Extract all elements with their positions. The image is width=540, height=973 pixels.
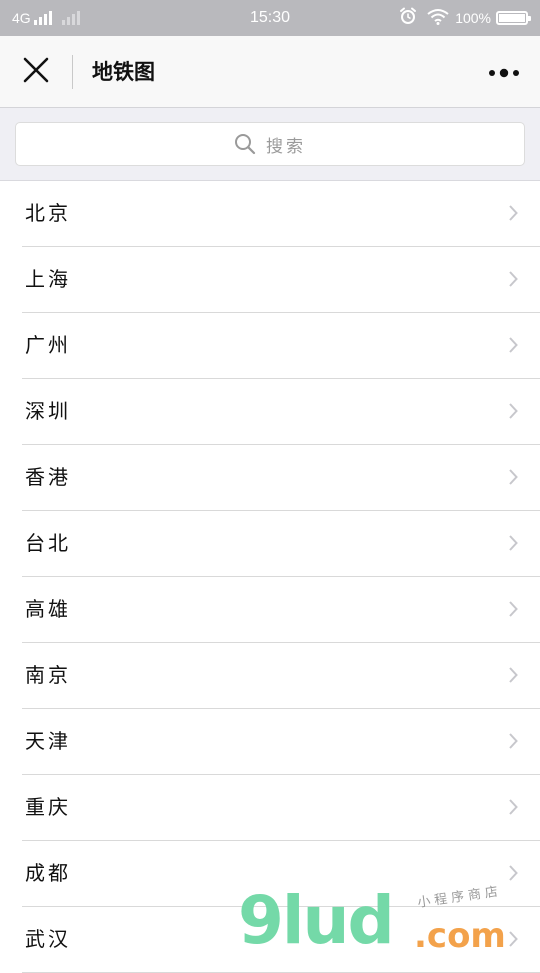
chevron-right-icon	[508, 601, 518, 617]
close-icon	[23, 57, 49, 87]
list-item-shenzhen[interactable]: 深圳	[0, 379, 540, 445]
search-placeholder: 搜索	[266, 136, 306, 157]
nav-bar: 地铁图	[0, 36, 540, 108]
list-item-label: 上海	[25, 267, 71, 291]
list-item-chengdu[interactable]: 成都	[0, 841, 540, 907]
list-item-label: 广州	[25, 333, 71, 357]
wifi-icon	[427, 8, 449, 29]
list-item-taipei[interactable]: 台北	[0, 511, 540, 577]
close-button[interactable]	[14, 54, 58, 90]
list-item-label: 重庆	[25, 795, 71, 819]
chevron-right-icon	[508, 337, 518, 353]
search-area: 搜索	[0, 108, 540, 181]
list-item-label: 深圳	[25, 399, 71, 423]
list-item-label: 北京	[25, 201, 71, 225]
list-item-label: 天津	[25, 729, 71, 753]
more-options-button[interactable]	[484, 58, 524, 86]
chevron-right-icon	[508, 667, 518, 683]
search-input[interactable]: 搜索	[15, 122, 525, 166]
chevron-right-icon	[508, 535, 518, 551]
list-item-chongqing[interactable]: 重庆	[0, 775, 540, 841]
list-item-label: 台北	[25, 531, 71, 555]
page-title: 地铁图	[92, 59, 155, 84]
more-dots-icon	[488, 63, 520, 82]
list-item-label: 南京	[25, 663, 71, 687]
chevron-right-icon	[508, 799, 518, 815]
search-icon	[234, 133, 256, 155]
list-item-label: 武汉	[25, 927, 71, 951]
battery-fill	[499, 14, 525, 22]
alarm-clock-icon	[399, 7, 417, 29]
status-right: 100%	[399, 0, 531, 36]
chevron-right-icon	[508, 733, 518, 749]
chevron-right-icon	[508, 403, 518, 419]
list-item-beijing[interactable]: 北京	[0, 181, 540, 247]
battery-percentage: 100%	[455, 10, 491, 26]
list-item-label: 高雄	[25, 597, 71, 621]
list-item-label: 成都	[25, 861, 71, 885]
city-list: 北京 上海 广州 深圳 香港 台北 高雄 南京 天津 重庆 成都 武汉	[0, 181, 540, 973]
status-bar: 4G 15:30 100%	[0, 0, 540, 36]
list-item-tianjin[interactable]: 天津	[0, 709, 540, 775]
list-item-kaohsiung[interactable]: 高雄	[0, 577, 540, 643]
list-item-nanjing[interactable]: 南京	[0, 643, 540, 709]
nav-divider	[72, 55, 73, 89]
chevron-right-icon	[508, 205, 518, 221]
list-item-label: 香港	[25, 465, 71, 489]
list-item-shanghai[interactable]: 上海	[0, 247, 540, 313]
battery-icon	[496, 11, 531, 25]
chevron-right-icon	[508, 271, 518, 287]
list-item-guangzhou[interactable]: 广州	[0, 313, 540, 379]
list-item-hongkong[interactable]: 香港	[0, 445, 540, 511]
list-item-wuhan[interactable]: 武汉	[0, 907, 540, 973]
chevron-right-icon	[508, 865, 518, 881]
chevron-right-icon	[508, 469, 518, 485]
chevron-right-icon	[508, 931, 518, 947]
